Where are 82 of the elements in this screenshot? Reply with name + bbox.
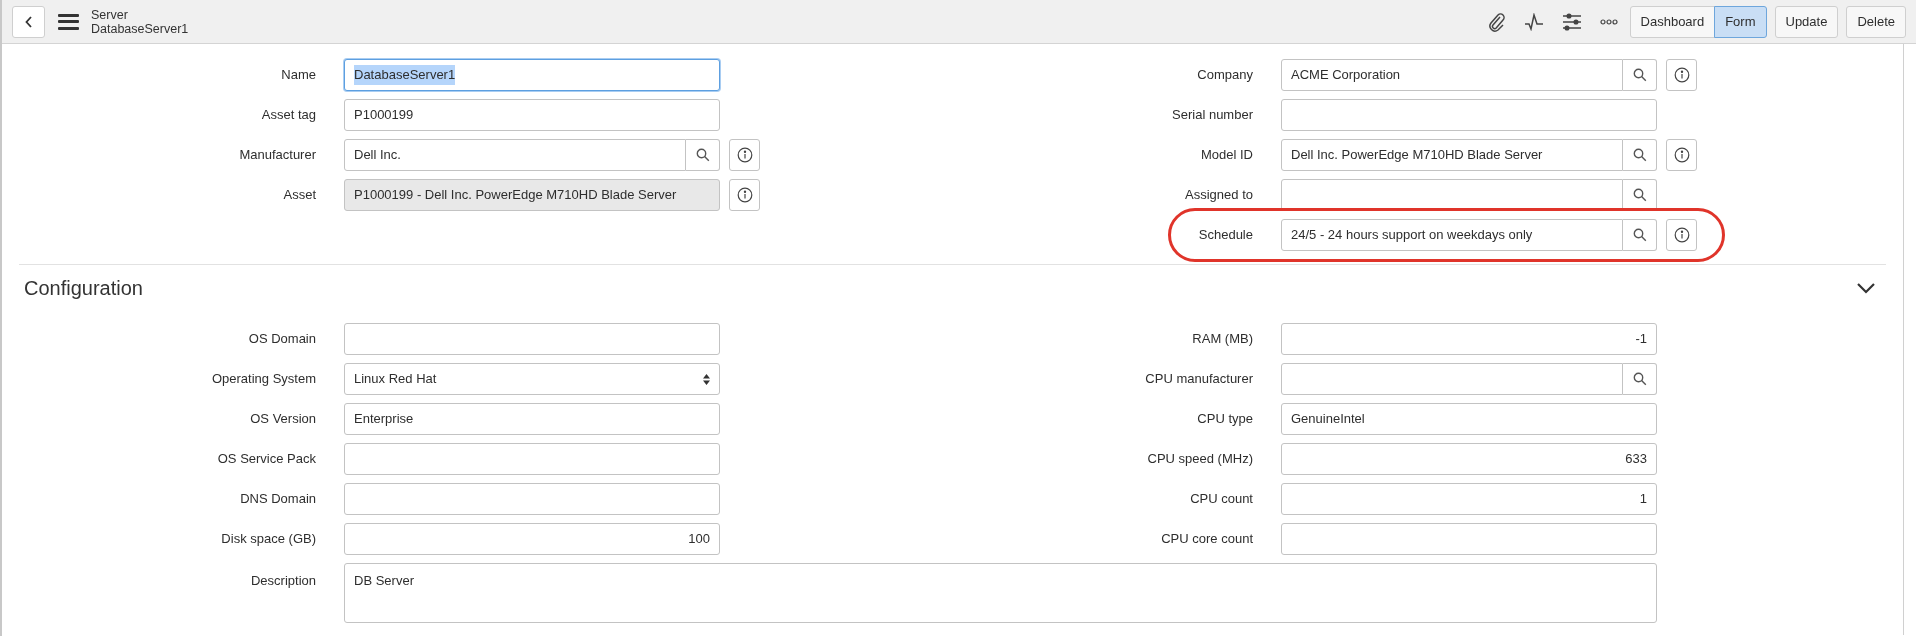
sliders-icon[interactable] [1561, 11, 1582, 32]
info-button[interactable] [1666, 139, 1697, 171]
field-label: CPU speed (MHz) [1146, 450, 1254, 469]
input-field[interactable]: Dell Inc. PowerEdge M710HD Blade Server [1281, 139, 1623, 171]
action-button[interactable]: Delete [1846, 5, 1906, 38]
input-field[interactable] [1281, 99, 1657, 131]
field-label: Assigned to [1184, 186, 1254, 205]
field-label: Name [280, 66, 317, 85]
info-button[interactable] [1666, 219, 1697, 251]
section-title: Configuration [24, 276, 143, 301]
search-icon [695, 148, 710, 162]
view-tab[interactable]: Dashboard [1629, 5, 1716, 38]
field-label: Operating System [210, 370, 317, 389]
input-field[interactable]: 24/5 - 24 hours support on weekdays only [1281, 219, 1623, 251]
field-label: CPU type [1196, 410, 1254, 429]
field-label: Asset tag [260, 106, 317, 125]
input-field[interactable] [1281, 179, 1623, 211]
input-field[interactable]: Enterprise [344, 403, 720, 435]
input-field[interactable] [344, 443, 720, 475]
field-label: Schedule [1197, 226, 1254, 245]
chevron-down-icon [1856, 282, 1876, 294]
input-field[interactable]: Dell Inc. [344, 139, 686, 171]
input-field[interactable] [1281, 363, 1623, 395]
record-type: Server [91, 7, 129, 22]
field-label: CPU count [1189, 490, 1254, 509]
action-button[interactable]: Update [1774, 5, 1839, 38]
info-button[interactable] [729, 139, 760, 171]
field-label: Company [1196, 66, 1254, 85]
info-icon [1673, 227, 1690, 243]
search-button[interactable] [1623, 139, 1657, 171]
search-icon [1632, 68, 1647, 82]
collapse-button[interactable] [1855, 281, 1877, 295]
search-icon [1632, 372, 1647, 386]
field-label: RAM (MB) [1191, 330, 1254, 349]
search-icon [1632, 148, 1647, 162]
search-icon [1632, 188, 1647, 202]
field-label: Model ID [1199, 146, 1254, 165]
input-field[interactable]: 633 [1281, 443, 1657, 475]
more-icon[interactable] [1599, 18, 1618, 25]
field-label: Description [249, 572, 317, 590]
input-field[interactable]: DatabaseServer1 [344, 59, 720, 91]
input-field[interactable]: 100 [344, 523, 720, 555]
info-icon [1673, 147, 1690, 163]
field-label: OS Service Pack [216, 450, 317, 469]
activity-icon[interactable] [1523, 12, 1544, 31]
chevron-left-icon [23, 14, 34, 29]
input-field[interactable]: -1 [1281, 323, 1657, 355]
menu-button[interactable] [58, 13, 79, 30]
field-label: Serial number [1171, 106, 1254, 125]
input-field[interactable] [344, 483, 720, 515]
sort-arrows-icon [703, 373, 710, 385]
field-label: CPU core count [1160, 530, 1254, 549]
field-label: OS Version [249, 410, 317, 429]
dropdown[interactable]: Linux Red Hat [344, 363, 720, 395]
input-field[interactable] [1281, 523, 1657, 555]
input-field[interactable]: ACME Corporation [1281, 59, 1623, 91]
search-button[interactable] [1623, 59, 1657, 91]
text-area[interactable]: DB Server [344, 563, 1657, 623]
input-field[interactable]: 1 [1281, 483, 1657, 515]
field-label: Asset [282, 186, 317, 205]
info-button[interactable] [1666, 59, 1697, 91]
input-field[interactable]: P1000199 [344, 99, 720, 131]
search-button[interactable] [1623, 219, 1657, 251]
info-icon [736, 147, 753, 163]
field-label: DNS Domain [239, 490, 317, 509]
field-label: CPU manufacturer [1144, 370, 1254, 389]
info-icon [736, 187, 753, 203]
search-icon [1632, 228, 1647, 242]
info-button[interactable] [729, 179, 760, 211]
search-button[interactable] [1623, 363, 1657, 395]
field-label: Manufacturer [238, 146, 317, 165]
input-field[interactable]: GenuineIntel [1281, 403, 1657, 435]
field-label: OS Domain [247, 330, 317, 349]
search-button[interactable] [686, 139, 720, 171]
field-label: Disk space (GB) [220, 530, 317, 549]
info-icon [1673, 67, 1690, 83]
record-title: DatabaseServer1 [91, 21, 189, 36]
search-button[interactable] [1623, 179, 1657, 211]
view-tab[interactable]: Form [1714, 5, 1767, 38]
input-field[interactable]: P1000199 - Dell Inc. PowerEdge M710HD Blade Server [344, 179, 720, 211]
paperclip-icon[interactable] [1487, 11, 1506, 32]
input-field[interactable] [344, 323, 720, 355]
